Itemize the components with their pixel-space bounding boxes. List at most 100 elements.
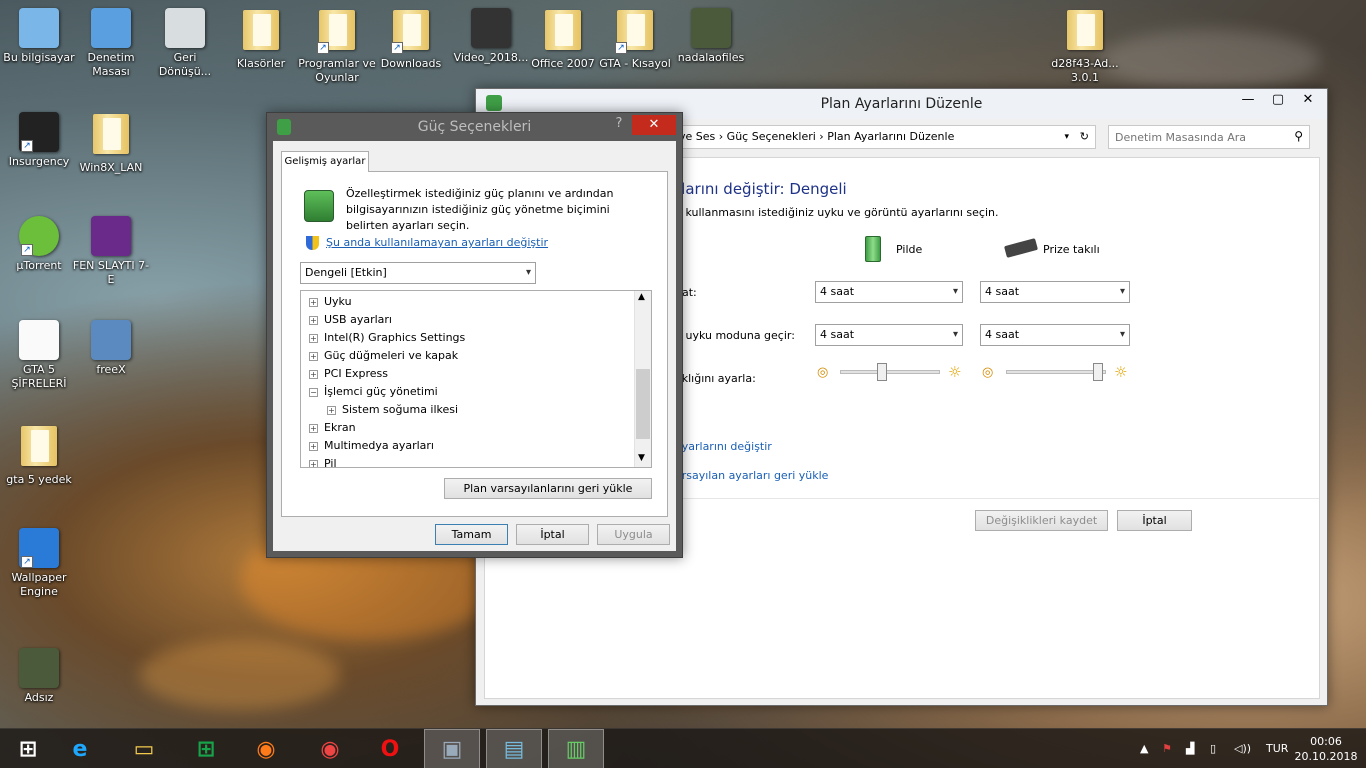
dialog-cancel-button[interactable]: İptal [516, 524, 589, 545]
tree-item[interactable]: + Pil [309, 455, 337, 467]
desktop-icon-gta-5-i-freleri-[interactable]: GTA 5 ŞİFRELERİ [0, 320, 78, 391]
tree-item[interactable]: + Intel(R) Graphics Settings [309, 329, 465, 347]
tree-item[interactable]: + Multimedya ayarları [309, 437, 434, 455]
expand-icon[interactable]: + [327, 405, 336, 415]
taskbar-control-panel[interactable]: ▤ [486, 729, 542, 768]
breadcrumb-part1[interactable]: ve Ses [679, 130, 715, 143]
desktop-icon-ads-z[interactable]: Adsız [0, 648, 78, 705]
taskbar-store[interactable]: ⊞ [178, 729, 234, 768]
tree-item[interactable]: + Ekran [309, 419, 356, 437]
desktop-icon-wallpaper-engine[interactable]: ↗ Wallpaper Engine [0, 528, 78, 599]
expand-icon[interactable]: + [309, 459, 318, 467]
restore-defaults-link[interactable]: arsayılan ayarları geri yükle [675, 469, 828, 482]
search-box[interactable]: ⚲ [1108, 125, 1310, 149]
volume-icon[interactable]: ◁)) [1234, 729, 1251, 768]
help-icon[interactable]: ? [604, 113, 634, 135]
desktop-icon-nadalaofiles[interactable]: nadalaofiles [672, 8, 750, 65]
desktop-icon-gta-k-sayol[interactable]: ↗ GTA - Kısayol [596, 8, 674, 71]
maximize-icon[interactable]: ▢ [1263, 89, 1293, 111]
ok-button[interactable]: Tamam [435, 524, 508, 545]
expand-icon[interactable]: + [309, 333, 318, 343]
taskbar-start-button[interactable]: ⊞ [0, 729, 56, 768]
collapse-icon[interactable]: − [309, 387, 318, 397]
desktop-icon-denetim-masas-[interactable]: Denetim Masası [72, 8, 150, 79]
minimize-icon[interactable]: — [1233, 89, 1263, 111]
tree-item[interactable]: + PCI Express [309, 365, 388, 383]
desktop-icon-video-2018-[interactable]: Video_2018... [452, 8, 530, 65]
network-icon[interactable]: ▟ [1186, 729, 1194, 768]
close-icon[interactable]: ✕ [632, 115, 676, 135]
power-dialog-titlebar[interactable]: Güç Seçenekleri ? ✕ [267, 113, 682, 141]
clock[interactable]: 00:06 20.10.2018 [1294, 734, 1358, 764]
desktop-icon-insurgency[interactable]: ↗ Insurgency [0, 112, 78, 169]
desktop-icon-win8x-lan[interactable]: Win8X_LAN [72, 112, 150, 175]
show-hidden-icons-icon[interactable]: ▲ [1140, 729, 1148, 768]
row2-plugged-select[interactable]: 4 saat ▾ [980, 324, 1130, 346]
tab-advanced-settings[interactable]: Gelişmiş ayarlar [281, 151, 369, 172]
desktop-icon-office-2007[interactable]: Office 2007 [524, 8, 602, 71]
expand-icon[interactable]: + [309, 423, 318, 433]
expand-icon[interactable]: + [309, 315, 318, 325]
plan-cancel-button[interactable]: İptal [1117, 510, 1192, 531]
dropdown-chevron-icon[interactable]: ▾ [1064, 126, 1069, 148]
desktop-icon-gta-5-yedek[interactable]: gta 5 yedek [0, 424, 78, 487]
desktop-icon-klas-rler[interactable]: Klasörler [222, 8, 300, 71]
search-icon[interactable]: ⚲ [1294, 129, 1303, 143]
breadcrumb-part2[interactable]: Güç Seçenekleri [727, 130, 816, 143]
scroll-down-icon[interactable]: ▼ [638, 453, 645, 463]
taskbar-file-explorer[interactable]: ▭ [116, 729, 172, 768]
breadcrumb-part3[interactable]: Plan Ayarlarını Düzenle [827, 130, 954, 143]
slider-thumb[interactable] [1092, 363, 1103, 381]
taskbar-internet-explorer[interactable]: e [52, 729, 108, 768]
brightness-low-icon: ◎ [817, 365, 829, 380]
desktop-icon-d28f43-ad-3-0-1[interactable]: d28f43-Ad... 3.0.1 [1046, 8, 1124, 85]
close-icon[interactable]: ✕ [1293, 89, 1323, 111]
taskbar-chrome[interactable]: ◉ [302, 729, 358, 768]
tree-item-label: Sistem soğuma ilkesi [342, 403, 459, 416]
brightness-battery-slider[interactable] [840, 363, 940, 381]
desktop-icon-label: Office 2007 [531, 57, 595, 70]
row2-battery-select[interactable]: 4 saat ▾ [815, 324, 963, 346]
slider-thumb[interactable] [877, 363, 887, 381]
tree-item[interactable]: + Uyku [309, 293, 352, 311]
advanced-settings-link[interactable]: ayarlarını değiştir [675, 440, 772, 453]
scrollbar-thumb[interactable] [636, 369, 650, 439]
apply-button[interactable]: Uygula [597, 524, 670, 545]
desktop-icon-label: Downloads [380, 57, 442, 70]
refresh-icon[interactable]: ↻ [1080, 126, 1089, 148]
scroll-up-icon[interactable]: ▲ [638, 292, 645, 302]
language-indicator[interactable]: TUR [1266, 729, 1288, 768]
tree-scrollbar[interactable]: ▲ ▼ [634, 291, 651, 467]
taskbar-firefox[interactable]: ◉ [238, 729, 294, 768]
tree-item[interactable]: + USB ayarları [309, 311, 392, 329]
taskbar-power-options[interactable]: ▥ [548, 729, 604, 768]
brightness-plugged-slider[interactable] [1006, 363, 1106, 381]
taskbar-opera[interactable]: O [362, 729, 418, 768]
tree-item[interactable]: − İşlemci güç yönetimi [309, 383, 438, 401]
desktop-icon-freex[interactable]: freeX [72, 320, 150, 377]
battery-tray-icon[interactable]: ▯ [1210, 729, 1216, 768]
desktop-icon--torrent[interactable]: ↗ µTorrent [0, 216, 78, 273]
row1-battery-select[interactable]: 4 saat ▾ [815, 281, 963, 303]
change-unavailable-settings-link[interactable]: Şu anda kullanılamayan ayarları değiştir [326, 236, 548, 249]
tree-item[interactable]: + Sistem soğuma ilkesi [327, 401, 458, 419]
row1-plugged-select[interactable]: 4 saat ▾ [980, 281, 1130, 303]
plan-select[interactable]: Dengeli [Etkin] ▾ [300, 262, 536, 284]
expand-icon[interactable]: + [309, 297, 318, 307]
taskbar-monitor-app[interactable]: ▣ [424, 729, 480, 768]
expand-icon[interactable]: + [309, 351, 318, 361]
save-changes-button[interactable]: Değişiklikleri kaydet [975, 510, 1108, 531]
desktop-icon-geri-d-n-[interactable]: Geri Dönüşü... [146, 8, 224, 79]
desktop-icon-downloads[interactable]: ↗ Downloads [372, 8, 450, 71]
action-center-icon[interactable]: ⚑ [1162, 729, 1172, 768]
tree-item[interactable]: + Güç düğmeleri ve kapak [309, 347, 458, 365]
settings-tree[interactable]: + Uyku + USB ayarları + Intel(R) Graphics Set… [300, 290, 652, 468]
search-input[interactable] [1109, 126, 1279, 148]
expand-icon[interactable]: + [309, 369, 318, 379]
expand-icon[interactable]: + [309, 441, 318, 451]
power-dialog-body: Gelişmiş ayarlar Özelleştirmek istediğin… [273, 141, 676, 551]
desktop-icon-programlar-ve-oyunlar[interactable]: ↗ Programlar ve Oyunlar [298, 8, 376, 85]
restore-plan-defaults-button[interactable]: Plan varsayılanlarını geri yükle [444, 478, 652, 499]
desktop-icon-bu-bilgisayar[interactable]: Bu bilgisayar [0, 8, 78, 65]
desktop-icon-fen-slayti-7-e[interactable]: FEN SLAYTI 7-E [72, 216, 150, 287]
